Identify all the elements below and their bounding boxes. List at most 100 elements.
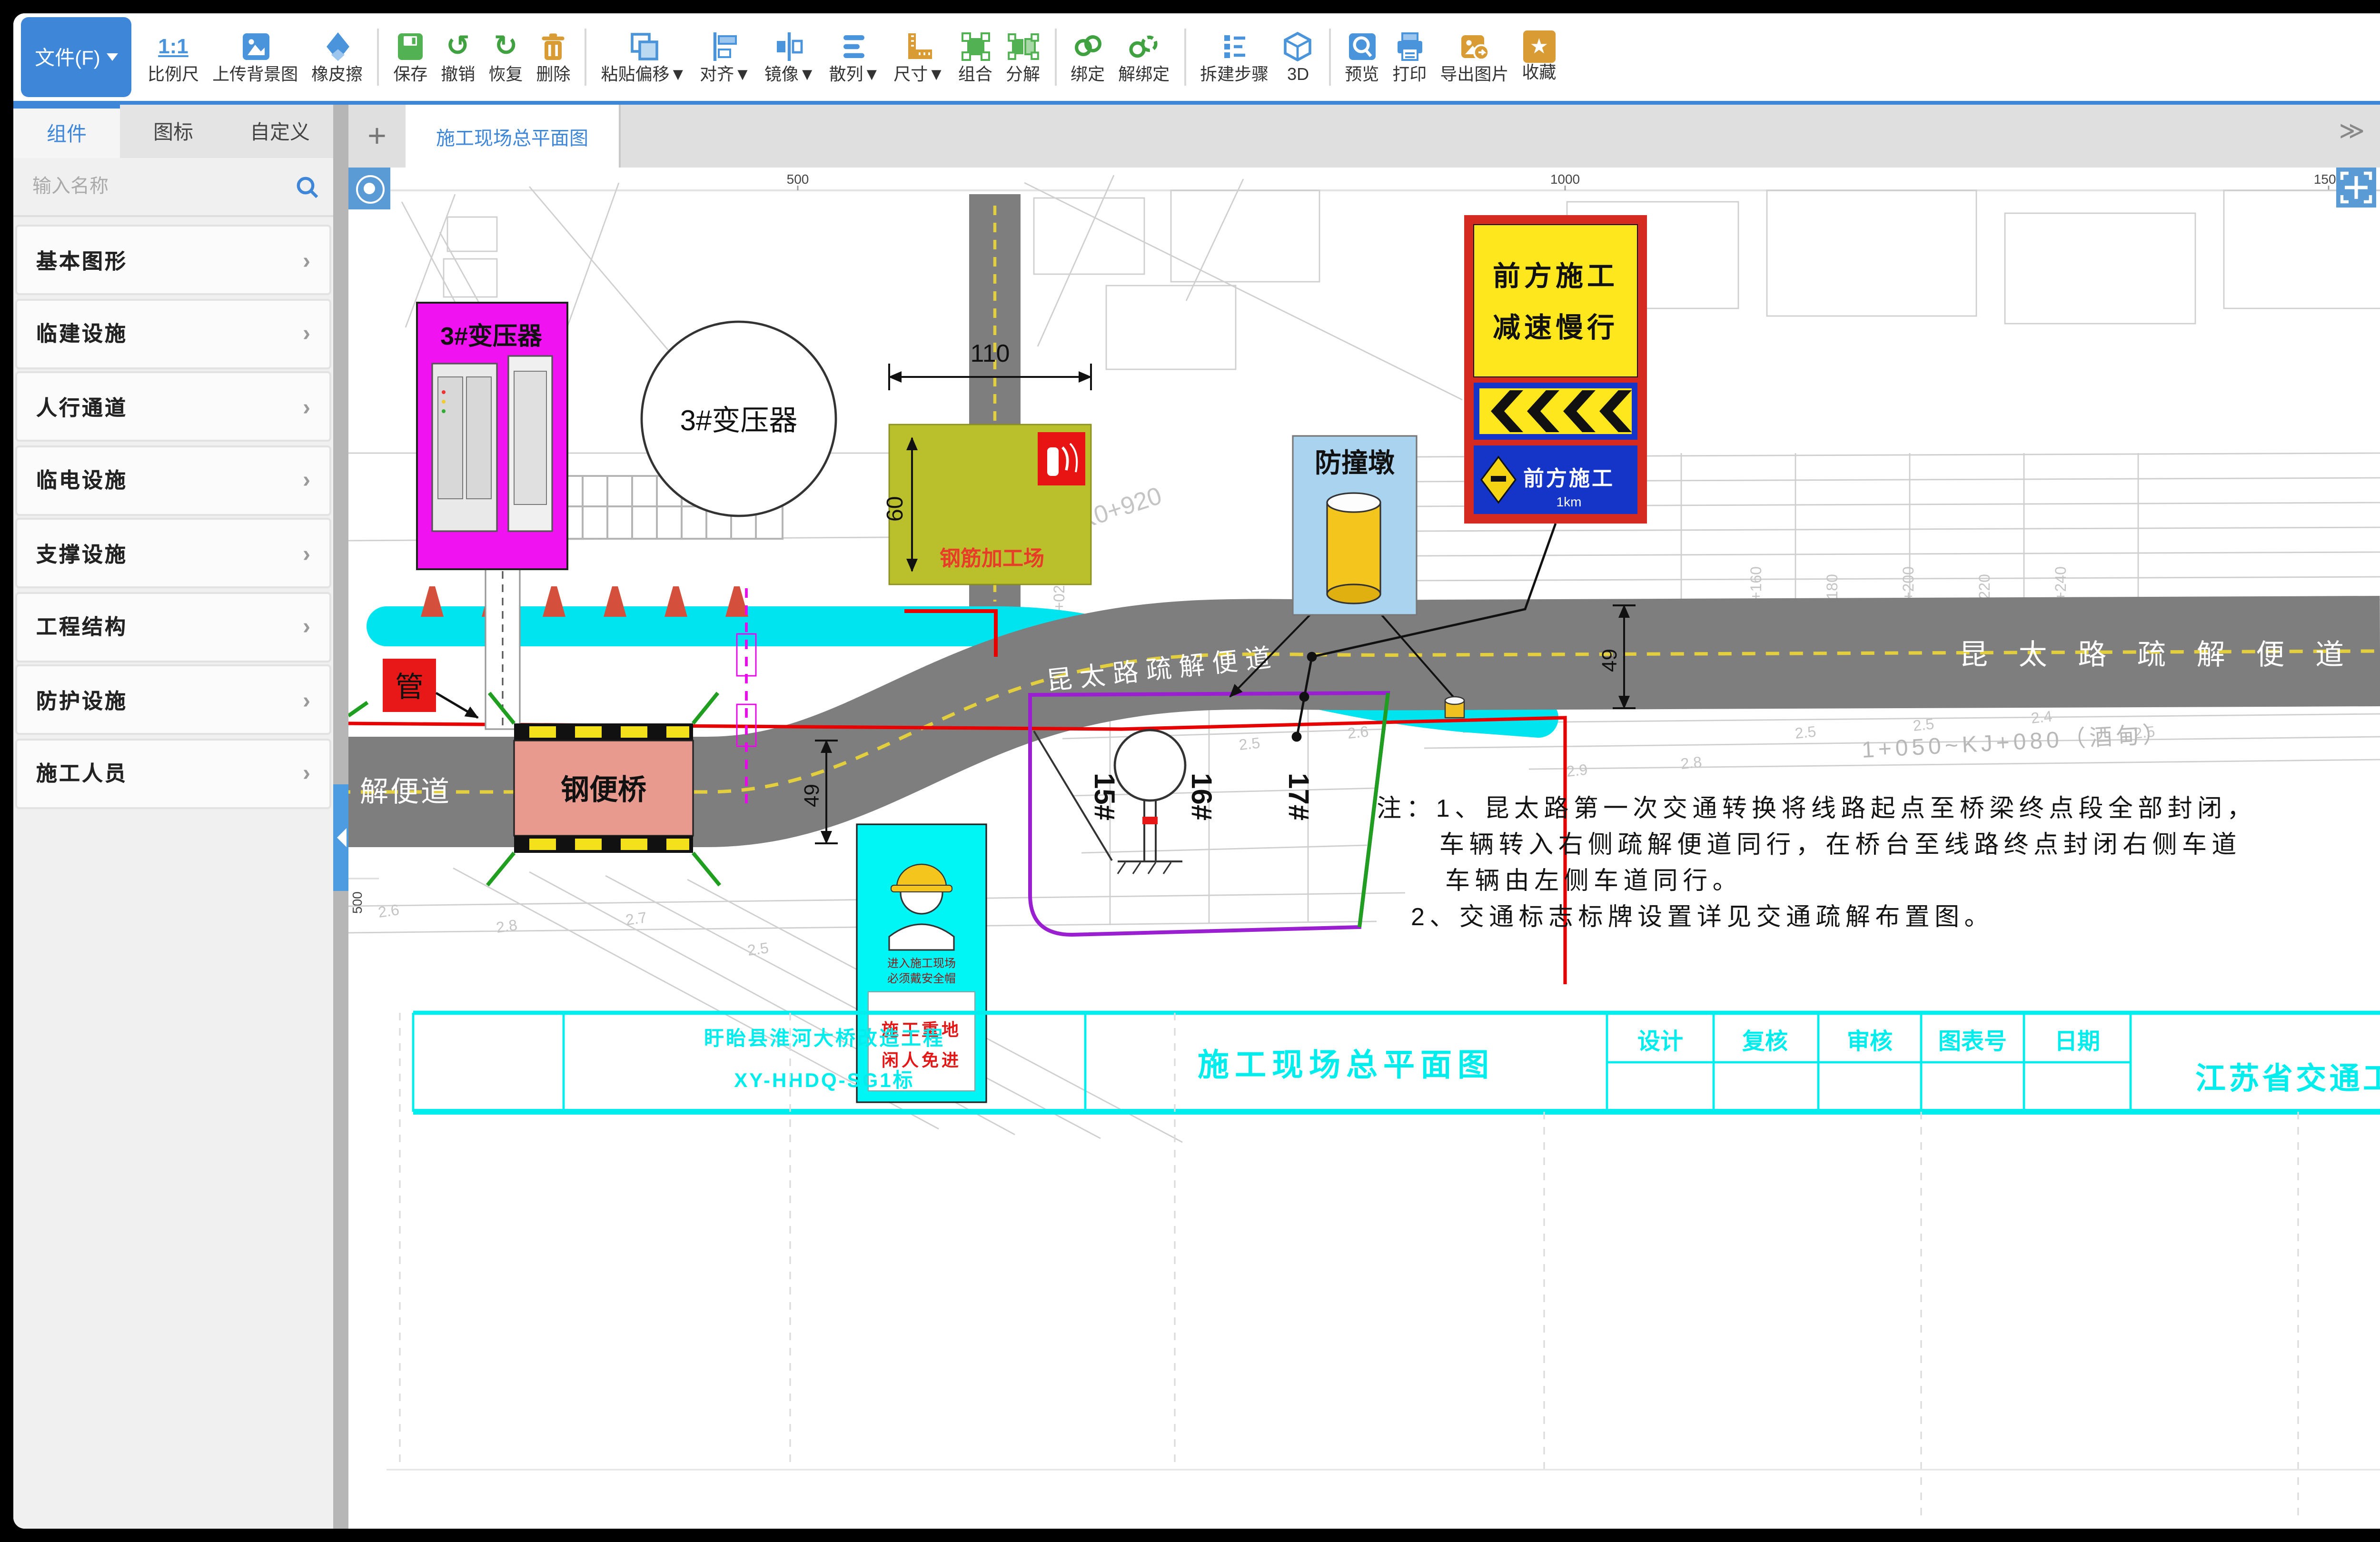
collapse-left-panel-button[interactable] <box>333 784 348 891</box>
svg-text:昆 太 路 疏 解 便 道: 昆 太 路 疏 解 便 道 <box>1959 639 2355 671</box>
svg-text:3#变压器: 3#变压器 <box>680 405 798 436</box>
svg-text:盱眙县淮河大桥改造工程: 盱眙县淮河大桥改造工程 <box>704 1027 945 1049</box>
drawing-canvas[interactable]: 500 1000 1500 500 <box>348 168 2380 1529</box>
align-icon <box>709 29 742 65</box>
svg-text:前方施工: 前方施工 <box>1523 467 1615 490</box>
sidebar-search <box>13 158 333 217</box>
collapse-tabs-icon[interactable]: ≫ <box>2339 116 2365 147</box>
svg-text:49: 49 <box>1598 649 1621 672</box>
sidebar-item-engineering-structures[interactable]: 工程结构› <box>15 591 331 662</box>
svg-text:日期: 日期 <box>2054 1029 2100 1054</box>
file-menu-button[interactable]: 文件(F) <box>21 17 131 97</box>
toolbar-eraser-button[interactable]: 橡皮擦 <box>305 15 369 99</box>
svg-text:2.6: 2.6 <box>377 901 400 921</box>
toolbar-undo-button[interactable]: ↺ 撤销 <box>434 15 482 99</box>
chevron-right-icon: › <box>303 760 310 786</box>
toolbar-align-button[interactable]: 对齐▼ <box>693 15 758 99</box>
sidebar-item-pedestrian-passage[interactable]: 人行通道› <box>15 371 331 442</box>
transformer-area[interactable]: 3#变压器 <box>417 303 567 569</box>
svg-text:必须戴安全帽: 必须戴安全帽 <box>887 972 956 985</box>
toolbar-separator <box>1329 29 1330 86</box>
toolbar-paste-offset-button[interactable]: 粘贴偏移▼ <box>594 15 693 99</box>
toolbar-separator <box>1184 29 1186 86</box>
toolbar-build-steps-button[interactable]: 拆建步骤 <box>1193 15 1275 99</box>
svg-text:2.8: 2.8 <box>1680 753 1703 772</box>
toolbar-unbind-button[interactable]: 解绑定 <box>1111 15 1176 99</box>
toolbar-scatter-button[interactable]: 散列▼ <box>823 15 887 99</box>
svg-text:XY-HHDQ-SG1标: XY-HHDQ-SG1标 <box>734 1069 914 1091</box>
redo-icon: ↻ <box>494 29 517 65</box>
sidebar-item-temp-power[interactable]: 临电设施› <box>15 445 331 515</box>
rebar-yard[interactable]: 60 钢筋加工场 <box>883 425 1091 584</box>
toolbar-group-button[interactable]: 组合 <box>952 15 999 99</box>
canvas-origin-button[interactable] <box>348 168 390 209</box>
toolbar-dimension-button[interactable]: 尺寸▼ <box>887 15 952 99</box>
new-tab-button[interactable]: + <box>348 105 406 168</box>
search-input[interactable] <box>29 174 288 199</box>
svg-text:17#: 17# <box>1283 773 1315 820</box>
toolbar-scale-button[interactable]: 1:1 比例尺 <box>141 15 206 99</box>
toolbar-upload-background-button[interactable]: 上传背景图 <box>206 15 305 99</box>
delete-trash-icon <box>537 29 569 65</box>
document-tabbar: + 施工现场总平面图 ≫ <box>348 105 2380 168</box>
toolbar-bind-button[interactable]: 绑定 <box>1064 15 1111 99</box>
search-icon[interactable] <box>295 174 318 199</box>
file-menu-label: 文件(F) <box>35 43 100 71</box>
toolbar-print-button[interactable]: 打印 <box>1386 15 1433 99</box>
toolbar-delete-button[interactable]: 删除 <box>529 15 577 99</box>
sidebar-item-protection-facilities[interactable]: 防护设施› <box>15 664 331 735</box>
toolbar-redo-button[interactable]: ↻ 恢复 <box>482 15 529 99</box>
svg-text:2.8: 2.8 <box>495 916 518 936</box>
svg-text:15#: 15# <box>1089 773 1121 820</box>
toolbar-ungroup-button[interactable]: 分解 <box>999 15 1047 99</box>
svg-text:审核: 审核 <box>1847 1029 1893 1054</box>
transformer-circle-label[interactable]: 3#变压器 <box>642 322 836 516</box>
toolbar-mirror-button[interactable]: 镜像▼ <box>758 15 823 99</box>
svg-text:110: 110 <box>971 340 1010 367</box>
svg-text:减速慢行: 减速慢行 <box>1493 312 1618 343</box>
toolbar-preview-button[interactable]: 预览 <box>1338 15 1386 99</box>
sidebar-item-temp-facilities[interactable]: 临建设施› <box>15 298 331 368</box>
pipe-label-box[interactable]: 管 <box>383 659 478 718</box>
sidebar-item-basic-shapes[interactable]: 基本图形› <box>15 225 331 295</box>
file-menu-caret-icon <box>106 53 118 61</box>
svg-text:16#: 16# <box>1186 773 1218 820</box>
document-tab-active[interactable]: 施工现场总平面图 <box>406 105 621 168</box>
component-sidebar: 组件 图标 自定义 基本图形› 临建设施› 人行通道› 临电设施› 支撑设施› … <box>13 105 333 1529</box>
sidebar-tab-custom[interactable]: 自定义 <box>227 105 333 158</box>
print-icon <box>1393 29 1426 65</box>
toolbar-export-image-button[interactable]: 导出图片 <box>1433 15 1515 99</box>
svg-text:钢便桥: 钢便桥 <box>561 774 646 806</box>
toolbar-favorite-button[interactable]: ★ 收藏 <box>1515 15 1563 99</box>
svg-text:2.6: 2.6 <box>1347 723 1369 742</box>
favorite-star-icon: ★ <box>1523 30 1555 63</box>
fit-view-button[interactable] <box>2336 168 2376 208</box>
svg-text:2.7: 2.7 <box>625 909 648 929</box>
chevron-right-icon: › <box>303 686 310 713</box>
sidebar-tab-components[interactable]: 组件 <box>13 105 120 158</box>
svg-text:2、交通标志标牌设置详见交通疏解布置图。: 2、交通标志标牌设置详见交通疏解布置图。 <box>1411 903 1994 931</box>
toolbar-save-button[interactable]: 保存 <box>387 15 434 99</box>
svg-text:1km: 1km <box>1557 494 1582 509</box>
toolbar-3d-button[interactable]: 3D <box>1275 15 1321 99</box>
svg-text:2.5: 2.5 <box>1912 715 1935 734</box>
chevron-right-icon: › <box>303 247 310 273</box>
worker-safety-sign[interactable]: 进入施工现场 必须戴安全帽 施工重地 闲人免进 <box>857 824 986 1102</box>
paste-offset-icon <box>627 29 660 65</box>
svg-text:防撞墩: 防撞墩 <box>1315 448 1395 478</box>
svg-text:60: 60 <box>883 496 908 522</box>
svg-text:图表号: 图表号 <box>1938 1029 2007 1054</box>
chevron-right-icon: › <box>303 320 310 346</box>
sidebar-tab-icons[interactable]: 图标 <box>120 105 227 158</box>
canvas-area: + 施工现场总平面图 ≫ 500 1000 1500 <box>348 105 2380 1529</box>
ungroup-icon <box>1007 29 1039 65</box>
svg-text:车辆由左侧车道同行。: 车辆由左侧车道同行。 <box>1445 867 1742 895</box>
sidebar-item-support-facilities[interactable]: 支撑设施› <box>15 518 331 588</box>
main-area: 组件 图标 自定义 基本图形› 临建设施› 人行通道› 临电设施› 支撑设施› … <box>13 101 2380 1529</box>
svg-text:闲人免进: 闲人免进 <box>882 1050 962 1070</box>
svg-text:车辆转入右侧疏解便道同行，在桥台至线路终点封闭右侧车道: 车辆转入右侧疏解便道同行，在桥台至线路终点封闭右侧车道 <box>1439 831 2241 859</box>
sidebar-item-construction-workers[interactable]: 施工人员› <box>15 738 331 808</box>
chevron-right-icon: › <box>303 466 310 493</box>
svg-text:江苏省交通工程: 江苏省交通工程 <box>2195 1061 2380 1096</box>
svg-text:施工现场总平面图: 施工现场总平面图 <box>1198 1047 1495 1082</box>
